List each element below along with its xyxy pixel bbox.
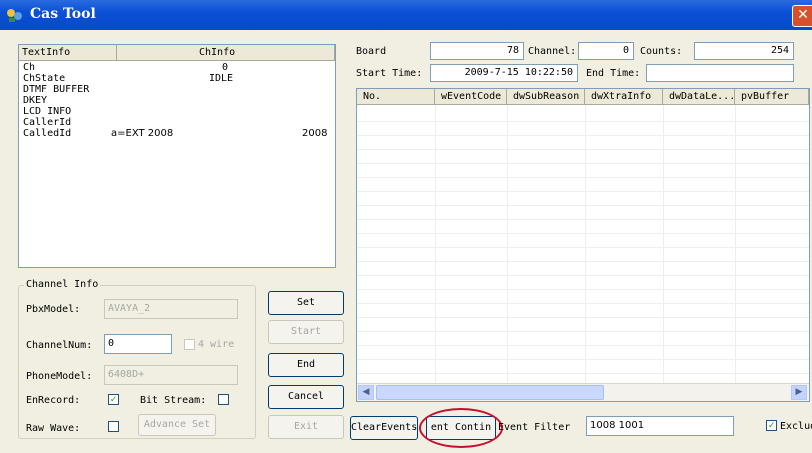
raw-wave-label: Raw Wave: <box>26 423 81 434</box>
pbx-model-field[interactable]: AVAYA_2 <box>104 299 238 319</box>
info-value: 0 <box>222 62 229 73</box>
info-key: ChState <box>23 73 66 84</box>
cancel-button[interactable]: Cancel <box>268 385 344 409</box>
grid-line <box>357 303 809 304</box>
exclude-checkbox[interactable]: ✓ <box>766 420 777 431</box>
counts-label: Counts: <box>640 46 683 57</box>
grid-line <box>357 177 809 178</box>
grid-line <box>357 261 809 262</box>
column-header-textinfo[interactable]: TextInfo <box>19 45 117 61</box>
info-value: IDLE <box>209 73 234 84</box>
grid-line <box>357 219 809 220</box>
channel-label: Channel: <box>528 46 577 57</box>
phone-model-field[interactable]: 6408D+ <box>104 365 238 385</box>
scroll-right-button[interactable]: ▶ <box>791 385 807 400</box>
grid-line <box>357 163 809 164</box>
start-time-field[interactable]: 2009-7-15 10:22:50 <box>430 64 578 82</box>
end-time-label: End Time: <box>586 68 641 79</box>
channel-num-label: ChannelNum: <box>26 340 93 351</box>
grid-line <box>435 105 436 383</box>
grid-line <box>663 105 664 383</box>
app-icon <box>7 9 22 22</box>
bit-stream-label: Bit Stream: <box>140 395 207 406</box>
grid-line <box>357 149 809 150</box>
grid-line <box>357 233 809 234</box>
grid-line <box>357 275 809 276</box>
grid-line <box>357 331 809 332</box>
pbx-model-label: PbxModel: <box>26 304 81 315</box>
end-time-field[interactable] <box>646 64 794 82</box>
exit-button[interactable]: Exit <box>268 415 344 439</box>
info-key: DKEY <box>23 95 48 106</box>
info-key: LCD INFO <box>23 106 72 117</box>
info-extra: 2008 <box>302 128 328 139</box>
bit-stream-checkbox[interactable] <box>218 394 229 405</box>
start-time-label: Start Time: <box>356 68 423 79</box>
highlight-circle <box>419 408 503 448</box>
channel-num-field[interactable]: 0 <box>104 334 172 354</box>
phone-model-label: PhoneModel: <box>26 371 93 382</box>
close-button[interactable]: ✕ <box>792 5 812 27</box>
grid-line <box>357 135 809 136</box>
event-filter-field[interactable]: 1008 1001 <box>586 416 734 436</box>
info-key: CalledId <box>23 128 72 139</box>
raw-wave-checkbox[interactable] <box>108 421 119 432</box>
info-key: DTMF BUFFER <box>23 84 90 95</box>
four-wire-checkbox[interactable] <box>184 339 195 350</box>
channel-field[interactable]: 0 <box>578 42 634 60</box>
column-header-weventcode[interactable]: wEventCode <box>435 89 507 105</box>
grid-line <box>357 359 809 360</box>
arrow-right-icon: ▶ <box>795 387 803 397</box>
channel-info-group-label: Channel Info <box>24 279 101 290</box>
info-key: Ch <box>23 62 36 73</box>
info-key: CallerId <box>23 117 72 128</box>
grid-line <box>357 345 809 346</box>
column-header-dwxtrainfo[interactable]: dwXtraInfo <box>585 89 663 105</box>
grid-line <box>357 247 809 248</box>
window-title: Cas Tool <box>30 6 96 22</box>
events-table[interactable]: No. wEventCode dwSubReason dwXtraInfo dw… <box>356 88 810 402</box>
advance-set-button[interactable]: Advance Set <box>138 414 216 436</box>
clear-events-button[interactable]: ClearEvents <box>350 416 418 440</box>
info-value: a=EXT 2008 <box>111 128 174 139</box>
event-filter-label: Event Filter <box>498 422 571 433</box>
info-list[interactable]: TextInfo ChInfo Ch 0 ChState IDLE DTMF B… <box>18 44 336 268</box>
column-header-chinfo[interactable]: ChInfo <box>117 45 335 61</box>
counts-field[interactable]: 254 <box>694 42 794 60</box>
en-record-checkbox[interactable]: ✓ <box>108 394 119 405</box>
grid-line <box>357 289 809 290</box>
horizontal-scrollbar[interactable]: ◀ ▶ <box>357 383 809 401</box>
grid-line <box>357 121 809 122</box>
column-header-pvbuffer[interactable]: pvBuffer <box>735 89 809 105</box>
board-field[interactable]: 78 <box>430 42 524 60</box>
title-bar[interactable]: Cas Tool ✕ <box>0 0 812 30</box>
set-button[interactable]: Set <box>268 291 344 315</box>
grid-line <box>735 105 736 383</box>
close-icon: ✕ <box>797 7 809 23</box>
end-button[interactable]: End <box>268 353 344 377</box>
board-label: Board <box>356 46 387 57</box>
exclude-label: Exclude <box>780 421 812 432</box>
grid-line <box>357 317 809 318</box>
cas-tool-window: Cas Tool ✕ TextInfo ChInfo Ch 0 ChState … <box>0 0 812 453</box>
column-header-no[interactable]: No. <box>357 89 435 105</box>
grid-line <box>585 105 586 383</box>
column-header-dwsubreason[interactable]: dwSubReason <box>507 89 585 105</box>
arrow-left-icon: ◀ <box>362 387 370 397</box>
grid-line <box>507 105 508 383</box>
grid-line <box>357 373 809 374</box>
grid-line <box>357 205 809 206</box>
scroll-thumb[interactable] <box>376 385 604 400</box>
start-button[interactable]: Start <box>268 320 344 344</box>
four-wire-label: 4 wire <box>198 339 235 350</box>
scroll-left-button[interactable]: ◀ <box>358 385 374 400</box>
grid-line <box>357 191 809 192</box>
column-header-dwdatalen[interactable]: dwDataLe... <box>663 89 735 105</box>
en-record-label: EnRecord: <box>26 395 81 406</box>
